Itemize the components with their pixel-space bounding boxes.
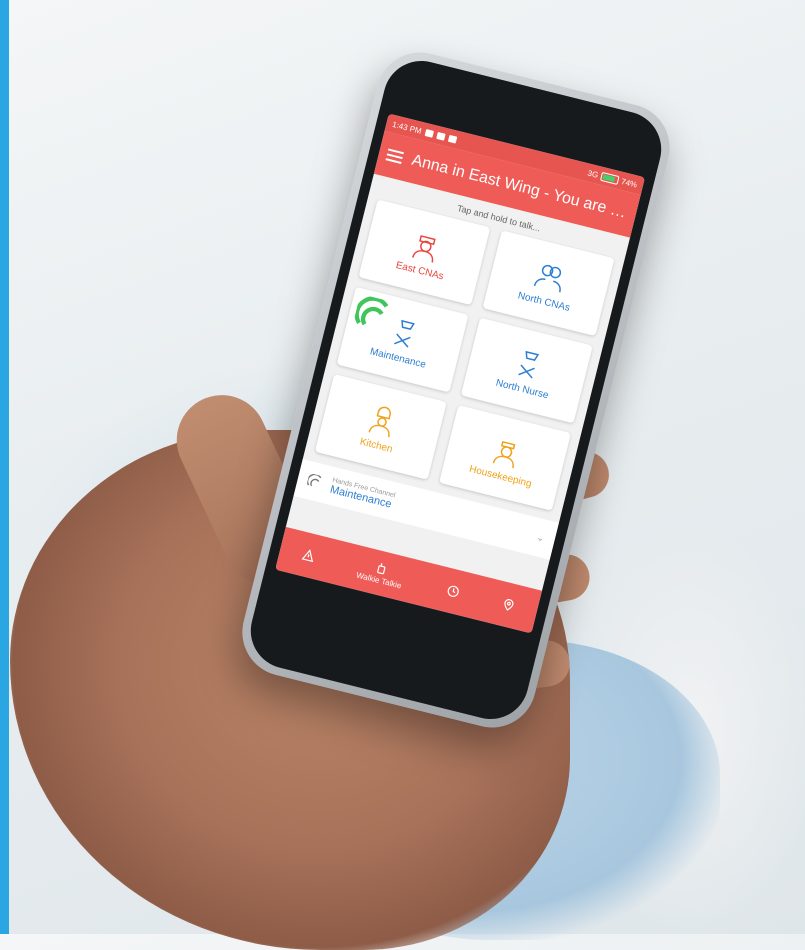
chevron-down-icon[interactable]: ⌄: [535, 531, 546, 544]
clock-icon: [447, 585, 459, 597]
notification-icon: [447, 134, 458, 144]
chef-icon: [368, 406, 392, 437]
network-type: 3G: [586, 168, 600, 180]
nurse-icon: [412, 234, 436, 263]
battery-icon: [600, 171, 620, 185]
warning-icon: [301, 549, 313, 563]
nav-location[interactable]: [502, 598, 517, 613]
notification-icon: [436, 131, 446, 141]
channel-label: Housekeeping: [468, 463, 533, 490]
hands-free-text: Hands Free Channel Maintenance: [329, 476, 396, 510]
channel-tile-kitchen[interactable]: Kitchen: [314, 374, 447, 480]
nav-history[interactable]: [446, 584, 461, 599]
notification-icon: [424, 128, 434, 138]
channel-label: Maintenance: [368, 345, 428, 371]
channel-grid: East CNAs North CNAs Maintenance North N…: [305, 197, 624, 513]
hands-free-icon: [306, 473, 322, 487]
phone-container: 1:43 PM 3G 74% Anna in East Wing - You a…: [0, 0, 805, 934]
housekeeper-icon: [492, 440, 516, 468]
nav-alert[interactable]: [301, 548, 316, 563]
tools-icon: [518, 350, 540, 379]
channel-tile-north-nurse[interactable]: North Nurse: [460, 317, 593, 424]
battery-percent: 74%: [620, 176, 639, 190]
channel-tile-housekeeping[interactable]: Housekeeping: [439, 405, 571, 511]
group-icon: [533, 264, 562, 292]
nav-walkie-talkie[interactable]: Walkie Talkie: [355, 556, 405, 590]
tools-icon: [394, 319, 416, 348]
smartphone: 1:43 PM 3G 74% Anna in East Wing - You a…: [233, 43, 679, 737]
channel-tile-maintenance[interactable]: Maintenance: [336, 286, 469, 393]
menu-icon[interactable]: [385, 148, 404, 164]
pin-icon: [504, 599, 514, 611]
phone-screen: 1:43 PM 3G 74% Anna in East Wing - You a…: [275, 113, 646, 634]
walkie-talkie-icon: [377, 562, 386, 574]
phone-bezel: 1:43 PM 3G 74% Anna in East Wing - You a…: [242, 52, 670, 728]
